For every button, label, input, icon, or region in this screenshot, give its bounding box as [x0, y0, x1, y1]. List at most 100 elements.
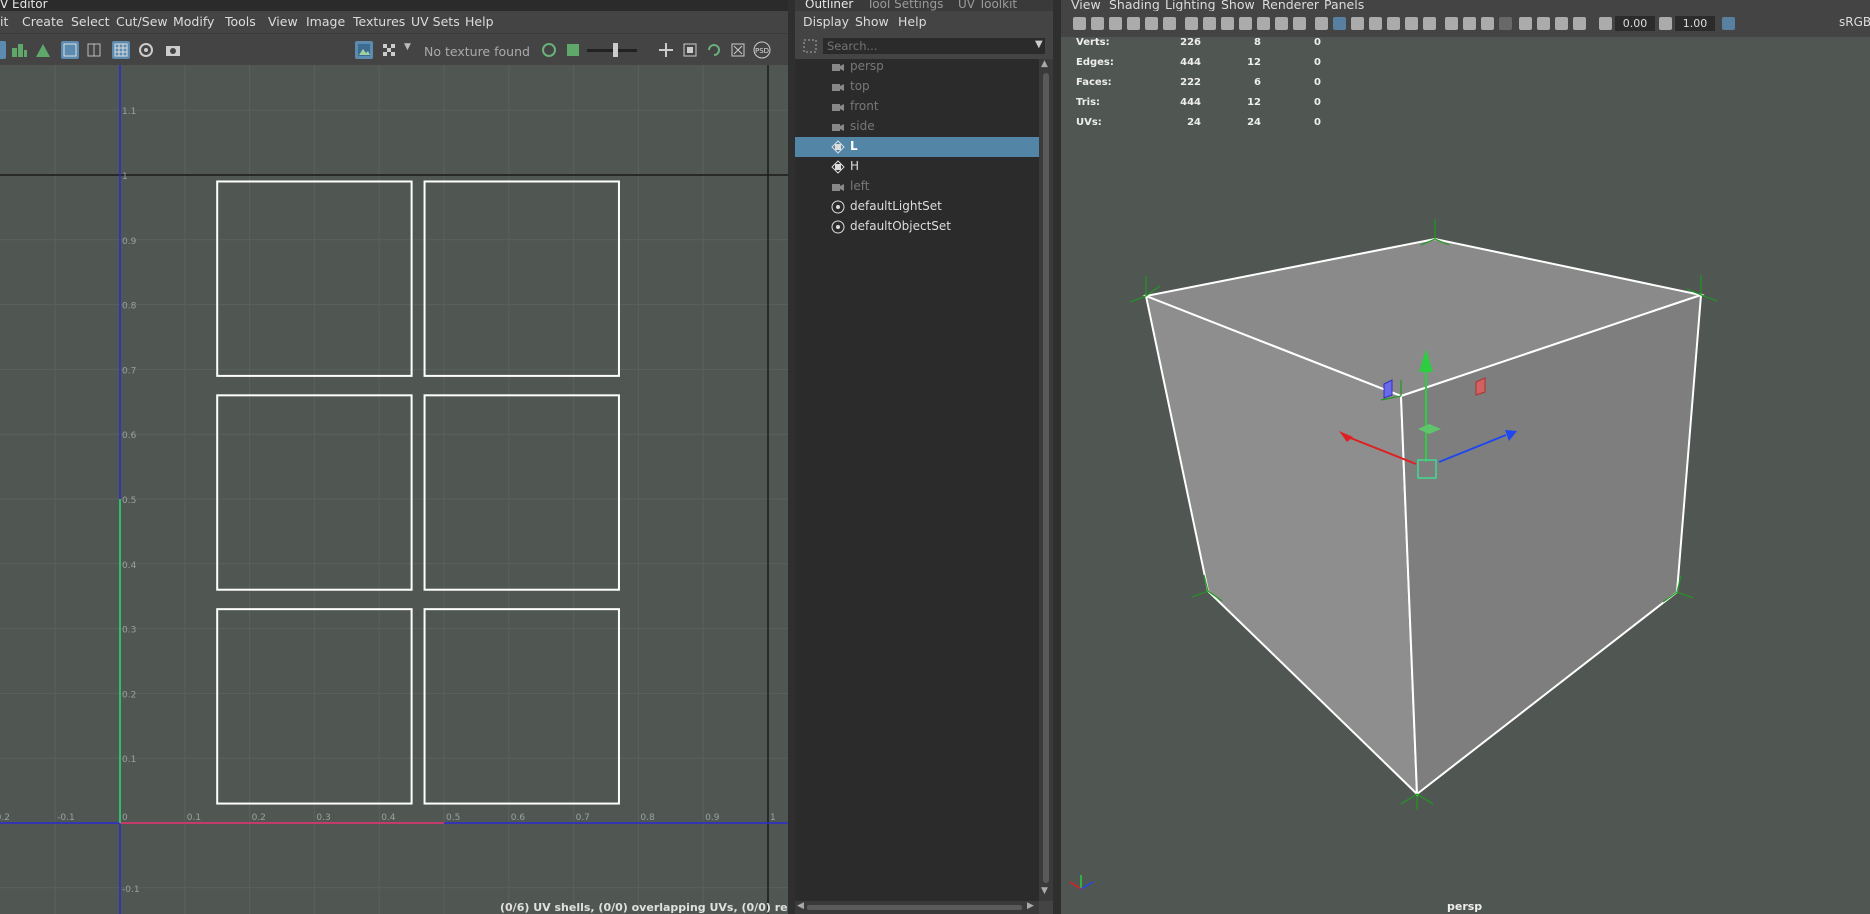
image-exposure-slider[interactable]: [587, 43, 637, 57]
menu-image[interactable]: Image: [306, 14, 345, 29]
rgb-channels-icon[interactable]: [540, 41, 558, 59]
image-display-icon[interactable]: [355, 41, 373, 59]
panel-divider[interactable]: [788, 0, 795, 914]
scroll-right-icon[interactable]: ▶: [1027, 901, 1034, 911]
grid-toggle-icon[interactable]: [112, 41, 130, 59]
outliner-item-h[interactable]: H: [795, 157, 1039, 177]
select-filter-icon[interactable]: [802, 38, 818, 54]
menu-modify[interactable]: Modify: [173, 14, 214, 29]
uv-grid-display-icon[interactable]: [61, 41, 79, 59]
outliner-menu-show[interactable]: Show: [855, 14, 889, 29]
shadows-icon[interactable]: [1423, 17, 1436, 30]
select-camera-icon[interactable]: [1073, 17, 1086, 30]
outliner-item-defaultobjectset[interactable]: defaultObjectSet: [795, 217, 1039, 237]
safe-title-icon[interactable]: [1293, 17, 1306, 30]
depth-of-field-icon[interactable]: [1499, 17, 1512, 30]
outliner-scrollbar[interactable]: ▲ ▼: [1039, 59, 1053, 901]
outliner-menu-display[interactable]: Display: [803, 14, 849, 29]
uv-texture-viewport[interactable]: -0.2 -0.1 0 0.1 0.2 0.3 0.4 0.5 0.6 0.7 0.8 0.9 1 1.1…: [0, 65, 788, 914]
image-plane-icon[interactable]: [1127, 17, 1140, 30]
snap-settings-icon[interactable]: [137, 41, 155, 59]
outliner-item-side[interactable]: side: [795, 117, 1039, 137]
panel-divider[interactable]: [1053, 0, 1061, 914]
wireframe-icon[interactable]: [1315, 17, 1328, 30]
tab-outliner[interactable]: Outliner: [805, 0, 853, 11]
smooth-shade-icon[interactable]: [1333, 17, 1346, 30]
screen-space-ao-icon[interactable]: [1445, 17, 1458, 30]
menu-help[interactable]: Help: [465, 14, 494, 29]
uv-shell[interactable]: [423, 608, 620, 805]
outliner-menu-help[interactable]: Help: [898, 14, 927, 29]
wireframe-on-shaded-icon[interactable]: [1369, 17, 1382, 30]
use-all-lights-icon[interactable]: [1405, 17, 1418, 30]
image-alpha-icon[interactable]: [564, 41, 582, 59]
film-gate-icon[interactable]: [1203, 17, 1216, 30]
menu-view[interactable]: View: [268, 14, 298, 29]
chevron-down-icon[interactable]: ▼: [404, 42, 411, 52]
scroll-down-icon[interactable]: ▼: [1041, 886, 1048, 896]
gate-mask-icon[interactable]: [1239, 17, 1252, 30]
color-management-icon[interactable]: [1722, 17, 1735, 30]
uv-layout-icon[interactable]: [681, 41, 699, 59]
exposure-field[interactable]: 0.00: [1615, 16, 1655, 31]
snapshot-icon[interactable]: [164, 41, 182, 59]
outliner-search-input[interactable]: [823, 38, 1045, 54]
uv-transform-icon[interactable]: [657, 41, 675, 59]
grid-icon[interactable]: [1185, 17, 1198, 30]
checker-icon[interactable]: [380, 41, 398, 59]
isolate-select-icon[interactable]: [1519, 17, 1532, 30]
color-space-label[interactable]: sRGB g: [1839, 15, 1870, 29]
outliner-item-persp[interactable]: persp: [795, 57, 1039, 77]
safe-action-icon[interactable]: [1275, 17, 1288, 30]
xray-joints-icon[interactable]: [1555, 17, 1568, 30]
xray-icon[interactable]: [1537, 17, 1550, 30]
bookmark-icon[interactable]: [1109, 17, 1122, 30]
uv-grid[interactable]: -0.2 -0.1 0 0.1 0.2 0.3 0.4 0.5 0.6 0.7 0.8 0.9 1 1.1…: [0, 65, 788, 914]
outliner-hscrollbar[interactable]: ◀ ▶: [795, 901, 1039, 914]
psd-icon[interactable]: PSD: [751, 41, 773, 59]
anti-aliasing-icon[interactable]: [1481, 17, 1494, 30]
outliner-tree[interactable]: persp top front side L Hleft defaultLightSet de…: [795, 59, 1039, 901]
scroll-up-icon[interactable]: ▲: [1041, 59, 1048, 69]
texture-borders-icon[interactable]: [85, 41, 103, 59]
tab-uv-toolkit[interactable]: UV Toolkit: [958, 0, 1017, 11]
textured-icon[interactable]: [1387, 17, 1400, 30]
uv-cut-icon[interactable]: [729, 41, 747, 59]
resolution-gate-icon[interactable]: [1221, 17, 1234, 30]
menu-select[interactable]: Select: [71, 14, 110, 29]
outliner-item-l[interactable]: L: [795, 137, 1039, 157]
tab-tool-settings[interactable]: Tool Settings: [867, 0, 943, 11]
uv-rotate-icon[interactable]: [705, 41, 723, 59]
scroll-left-icon[interactable]: ◀: [797, 901, 804, 911]
uv-shell[interactable]: [423, 394, 620, 591]
shaded-uv-icon[interactable]: [10, 41, 28, 59]
camera-attributes-icon[interactable]: [1091, 17, 1104, 30]
field-chart-icon[interactable]: [1257, 17, 1270, 30]
menu-textures[interactable]: Textures: [353, 14, 405, 29]
default-material-icon[interactable]: [1351, 17, 1364, 30]
gamma-icon[interactable]: [1659, 17, 1672, 30]
gamma-field[interactable]: 1.00: [1675, 16, 1715, 31]
outliner-item-top[interactable]: top: [795, 77, 1039, 97]
search-options-chevron-down-icon[interactable]: ▼: [1035, 39, 1043, 50]
slider-handle[interactable]: [613, 43, 618, 57]
hscrollbar-thumb[interactable]: [807, 905, 1022, 910]
menu-cut-sew[interactable]: Cut/Sew: [116, 14, 168, 29]
scrollbar-thumb[interactable]: [1043, 73, 1049, 883]
exposure-icon[interactable]: [1599, 17, 1612, 30]
distortion-icon[interactable]: [34, 41, 52, 59]
menu-edit[interactable]: it: [0, 14, 8, 29]
viewport-3d[interactable]: Verts: 226 8 0 Edges: 444 12 0 Faces: 222 6 0 Tris: 4…: [1061, 37, 1870, 914]
grease-pencil-icon[interactable]: [1163, 17, 1176, 30]
xray-active-icon[interactable]: [1573, 17, 1586, 30]
scene-canvas[interactable]: [1061, 37, 1870, 914]
uv-shell[interactable]: [423, 180, 620, 377]
outliner-item-defaultlightset[interactable]: defaultLightSet: [795, 197, 1039, 217]
menu-uv-sets[interactable]: UV Sets: [411, 14, 460, 29]
menu-create[interactable]: Create: [22, 14, 64, 29]
2d-pan-zoom-icon[interactable]: [1145, 17, 1158, 30]
outliner-item-left[interactable]: left: [795, 177, 1039, 197]
motion-blur-icon[interactable]: [1463, 17, 1476, 30]
menu-tools[interactable]: Tools: [225, 14, 256, 29]
display-mode-icon[interactable]: [0, 41, 6, 59]
